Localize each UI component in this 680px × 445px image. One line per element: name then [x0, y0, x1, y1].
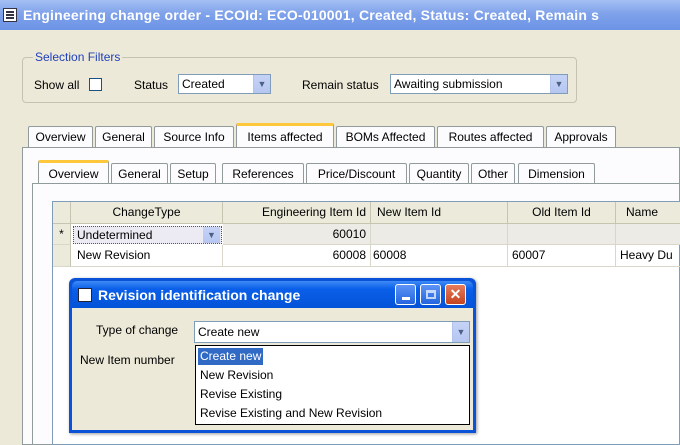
col-header-name[interactable]: Name: [616, 202, 680, 224]
subtab-quantity[interactable]: Quantity: [409, 163, 469, 184]
old-item-id-cell[interactable]: [508, 224, 616, 245]
type-of-change-dropdown-list[interactable]: Create new New Revision Revise Existing …: [195, 345, 470, 425]
selection-filters-legend: Selection Filters: [33, 50, 123, 64]
tab-overview[interactable]: Overview: [28, 126, 93, 147]
option-revise-existing[interactable]: Revise Existing: [198, 386, 284, 403]
col-header-engineering-item-id[interactable]: Engineering Item Id: [223, 202, 371, 224]
show-all-label: Show all: [34, 78, 80, 92]
row-marker: *: [53, 224, 71, 245]
change-type-value: Undetermined: [77, 228, 153, 242]
row-selector-header: [53, 202, 71, 224]
option-new-revision[interactable]: New Revision: [198, 367, 275, 384]
remain-status-select[interactable]: Awaiting submission ▼: [390, 74, 568, 94]
window-title: Engineering change order - ECOId: ECO-01…: [23, 7, 600, 23]
show-all-checkbox[interactable]: [89, 78, 102, 91]
subtab-dimension[interactable]: Dimension: [518, 163, 595, 184]
status-select[interactable]: Created ▼: [178, 74, 271, 94]
minimize-icon[interactable]: [395, 284, 416, 305]
subtab-other[interactable]: Other: [471, 163, 515, 184]
change-type-select[interactable]: Undetermined ▼: [73, 226, 222, 244]
type-of-change-select[interactable]: Create new ▼: [194, 321, 470, 343]
tab-boms-affected[interactable]: BOMs Affected: [336, 126, 435, 147]
maximize-icon[interactable]: [420, 284, 441, 305]
subtab-general[interactable]: General: [111, 163, 168, 184]
tab-items-affected[interactable]: Items affected: [236, 123, 334, 147]
status-label: Status: [134, 78, 169, 92]
subtab-price-discount[interactable]: Price/Discount: [306, 163, 407, 184]
type-of-change-label: Type of change: [96, 323, 179, 337]
eng-item-id-cell[interactable]: 60008: [223, 245, 371, 267]
option-revise-existing-and-new-revision[interactable]: Revise Existing and New Revision: [198, 405, 384, 422]
chevron-down-icon[interactable]: ▼: [550, 75, 567, 93]
col-header-new-item-id[interactable]: New Item Id: [371, 202, 508, 224]
tab-source-info[interactable]: Source Info: [154, 126, 234, 147]
tab-routes-affected[interactable]: Routes affected: [437, 126, 544, 147]
remain-status-value: Awaiting submission: [394, 77, 503, 91]
chevron-down-icon[interactable]: ▼: [253, 75, 270, 93]
status-value: Created: [182, 77, 225, 91]
type-of-change-value: Create new: [198, 325, 260, 339]
col-header-change-type[interactable]: ChangeType: [71, 202, 223, 224]
subtab-references[interactable]: References: [222, 163, 304, 184]
close-icon[interactable]: ✕: [445, 284, 466, 305]
chevron-down-icon[interactable]: ▼: [452, 322, 469, 342]
old-item-id-cell[interactable]: 60007: [508, 245, 616, 267]
new-item-id-cell[interactable]: [371, 224, 508, 245]
window-title-bar[interactable]: Engineering change order - ECOId: ECO-01…: [0, 0, 680, 30]
tab-general[interactable]: General: [95, 126, 152, 147]
remain-status-label: Remain status: [302, 78, 379, 92]
form-icon: [78, 287, 92, 302]
subtab-overview[interactable]: Overview: [38, 160, 109, 184]
new-item-number-label: New Item number: [80, 353, 175, 367]
name-cell[interactable]: Heavy Du: [616, 245, 680, 267]
eng-item-id-cell[interactable]: 60010: [223, 224, 371, 245]
form-icon: [3, 8, 17, 22]
option-create-new[interactable]: Create new: [198, 348, 264, 365]
new-item-id-cell[interactable]: 60008: [371, 245, 508, 267]
chevron-down-icon[interactable]: ▼: [203, 227, 220, 243]
tab-approvals[interactable]: Approvals: [546, 126, 616, 147]
revision-dialog-title-bar[interactable]: Revision identification change ✕: [72, 281, 473, 308]
name-cell[interactable]: [616, 224, 680, 245]
revision-dialog-title: Revision identification change: [98, 286, 301, 303]
col-header-old-item-id[interactable]: Old Item Id: [508, 202, 616, 224]
subtab-setup[interactable]: Setup: [170, 163, 216, 184]
change-type-cell[interactable]: New Revision: [71, 245, 223, 267]
row-marker: [53, 245, 71, 267]
